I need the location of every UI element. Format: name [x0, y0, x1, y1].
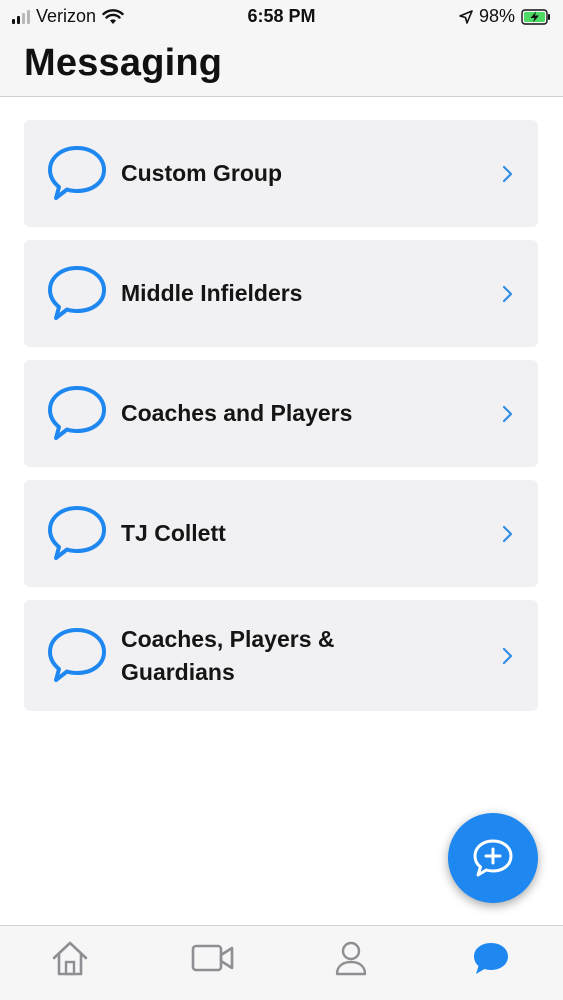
status-right: 98%	[459, 6, 551, 27]
group-item-coaches-and-players[interactable]: Coaches and Players	[24, 360, 538, 467]
status-bar: Verizon 6:58 PM 98%	[0, 0, 563, 34]
chat-bubble-icon	[48, 145, 106, 200]
home-icon	[52, 941, 88, 976]
new-message-icon	[473, 839, 513, 877]
chevron-right-icon	[502, 165, 513, 182]
chevron-right-icon	[502, 285, 513, 302]
group-label: Custom Group	[121, 160, 282, 186]
chevron-right-icon	[502, 525, 513, 542]
chevron-right-icon	[502, 647, 513, 664]
profile-icon	[335, 941, 367, 976]
messaging-screen: Verizon 6:58 PM 98% Messaging Custom Gro…	[0, 0, 563, 1000]
tab-messaging[interactable]	[466, 938, 516, 978]
chat-bubble-icon	[48, 505, 106, 560]
tab-profile[interactable]	[326, 938, 376, 978]
group-label: Coaches, Players & Guardians	[121, 625, 335, 685]
group-label: Coaches and Players	[121, 400, 353, 426]
battery-charging-icon	[521, 8, 550, 25]
chat-icon	[474, 943, 508, 974]
group-item-coaches-players-guardians[interactable]: Coaches, Players & Guardians	[24, 600, 538, 711]
group-label: TJ Collett	[121, 520, 226, 546]
tab-bar	[0, 925, 563, 1000]
group-item-middle-infielders[interactable]: Middle Infielders	[24, 240, 538, 347]
chevron-right-icon	[502, 405, 513, 422]
header: Messaging	[0, 34, 563, 97]
page-title: Messaging	[24, 42, 223, 84]
chat-bubble-icon	[48, 627, 106, 682]
chat-bubble-icon	[48, 385, 106, 440]
group-label: Middle Infielders	[121, 280, 303, 306]
tab-video[interactable]	[188, 938, 238, 978]
tab-home[interactable]	[45, 938, 95, 978]
battery-percent: 98%	[478, 6, 515, 26]
group-item-custom-group[interactable]: Custom Group	[24, 120, 538, 227]
message-group-list: Custom Group Middle Infielders Coaches a…	[24, 120, 538, 724]
video-icon	[191, 944, 234, 972]
group-item-tj-collett[interactable]: TJ Collett	[24, 480, 538, 587]
location-icon	[459, 9, 473, 24]
new-message-button[interactable]	[448, 813, 538, 903]
chat-bubble-icon	[48, 265, 106, 320]
